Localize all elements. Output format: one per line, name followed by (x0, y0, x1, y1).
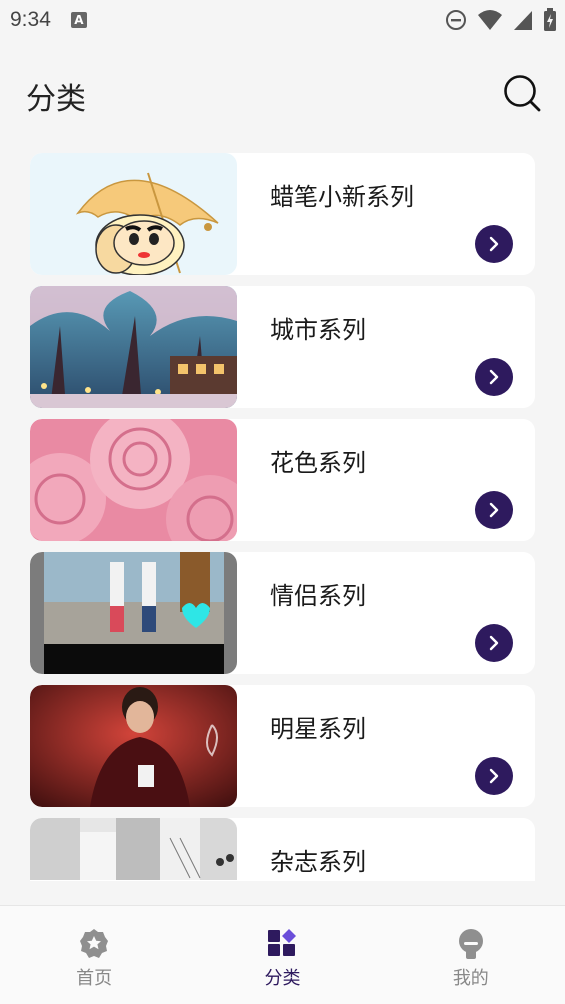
chevron-right-icon (489, 236, 499, 252)
search-button[interactable] (503, 74, 541, 112)
category-open-button[interactable] (475, 225, 513, 263)
chevron-right-icon (489, 502, 499, 518)
chevron-right-icon (489, 369, 499, 385)
category-list[interactable]: 蜡笔小新系列 城市系列 花色系列 情侣系列 明星系列 杂志系列 (30, 153, 535, 881)
chevron-right-icon (489, 635, 499, 651)
category-name: 杂志系列 (270, 848, 366, 876)
bottom-navigation: 首页 分类 我的 (0, 905, 565, 1004)
status-icons (445, 8, 557, 32)
status-time: 9:34 (10, 8, 51, 31)
category-name: 花色系列 (270, 449, 366, 477)
profile-icon (458, 929, 483, 959)
do-not-disturb-icon (446, 10, 466, 30)
category-card[interactable]: 杂志系列 (30, 818, 535, 881)
category-open-button[interactable] (475, 624, 513, 662)
category-name: 情侣系列 (270, 582, 366, 610)
wifi-icon (478, 10, 502, 30)
category-open-button[interactable] (475, 491, 513, 529)
nav-label: 我的 (452, 968, 489, 989)
category-thumbnail (30, 685, 237, 807)
category-name: 蜡笔小新系列 (270, 183, 414, 211)
category-card[interactable]: 蜡笔小新系列 (30, 153, 535, 275)
nav-label: 首页 (76, 968, 113, 989)
battery-icon (544, 8, 556, 31)
nav-item-category[interactable]: 分类 (188, 906, 376, 1004)
category-thumbnail (30, 153, 237, 275)
grid-category-icon (268, 929, 297, 956)
nav-item-profile[interactable]: 我的 (377, 906, 565, 1004)
category-name: 城市系列 (270, 316, 366, 344)
category-card[interactable]: 城市系列 (30, 286, 535, 408)
nav-item-home[interactable]: 首页 (0, 906, 188, 1004)
search-icon (504, 75, 541, 112)
chevron-right-icon (489, 768, 499, 784)
badge-star-icon (80, 929, 109, 958)
category-thumbnail (30, 286, 237, 408)
category-card[interactable]: 花色系列 (30, 419, 535, 541)
category-thumbnail (30, 552, 237, 674)
nav-label: 分类 (264, 968, 301, 989)
page-title: 分类 (26, 82, 86, 117)
signal-icon (514, 11, 532, 30)
status-bar: 9:34 A (0, 0, 565, 40)
category-open-button[interactable] (475, 757, 513, 795)
category-card[interactable]: 明星系列 (30, 685, 535, 807)
category-card[interactable]: 情侣系列 (30, 552, 535, 674)
category-name: 明星系列 (270, 715, 366, 743)
category-thumbnail (30, 818, 237, 881)
notification-icon: A (70, 12, 87, 28)
category-thumbnail (30, 419, 237, 541)
category-open-button[interactable] (475, 358, 513, 396)
